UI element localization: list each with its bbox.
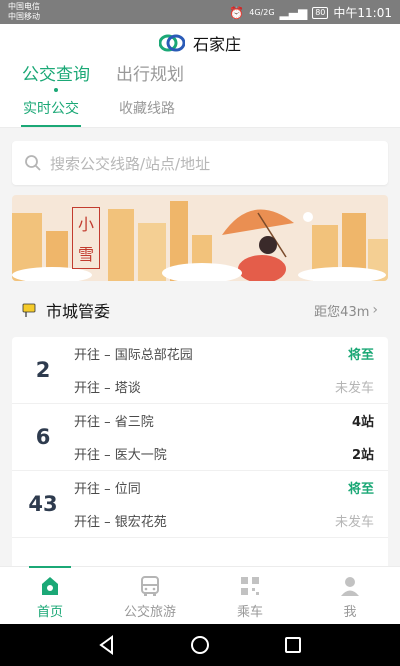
wifi-icon: ▂▄▆: [279, 5, 308, 20]
route-number: 2: [35, 358, 51, 382]
main-tabs: 公交查询 出行规划: [0, 58, 400, 92]
qr-code-icon: [241, 577, 259, 595]
arrival-status: 2站: [351, 448, 374, 463]
bus-stop-sign-icon: [22, 303, 36, 317]
nav-home[interactable]: 首页: [0, 566, 100, 624]
tab-bus-query[interactable]: 公交查询: [22, 58, 90, 92]
nav-bus-travel[interactable]: 公交旅游: [100, 567, 200, 624]
nav-ride[interactable]: 乘车: [200, 567, 300, 624]
bus-icon: [141, 576, 159, 596]
city-selector[interactable]: 石家庄: [158, 31, 241, 55]
route-number: 43: [28, 492, 58, 516]
clock: 中午11:01: [333, 6, 392, 20]
signal-icon: 4G/2G: [249, 8, 275, 17]
route-direction[interactable]: 开往 – 医大一院 2站: [74, 437, 388, 470]
system-navigation: [0, 624, 400, 666]
route-direction[interactable]: 开往 – 银宏花苑 未发车: [74, 504, 388, 537]
arrival-status: 将至: [347, 482, 374, 497]
banner-solar-term: 小 雪: [72, 207, 100, 269]
stop-name: 市城管委: [46, 302, 111, 321]
chevron-right-icon: ›: [372, 302, 378, 318]
direction-text: 开往 – 省三院: [74, 415, 154, 430]
carrier-1: 中国电信: [8, 2, 40, 11]
direction-text: 开往 – 国际总部花园: [74, 348, 193, 363]
route-directions: 开往 – 位同 将至 开往 – 银宏花苑 未发车: [74, 471, 388, 537]
arrival-status: 未发车: [334, 381, 374, 396]
battery-icon: 80: [312, 6, 329, 19]
banner-text-1: 小: [77, 215, 94, 234]
arrival-status: 4站: [351, 415, 374, 430]
route-directions: 开往 – 省三院 4站 开往 – 医大一院 2站: [74, 404, 388, 470]
route-row[interactable]: 2 开往 – 国际总部花园 将至 开往 – 塔谈 未发车: [12, 337, 388, 404]
route-row[interactable]: 6 开往 – 省三院 4站 开往 – 医大一院 2站: [12, 404, 388, 471]
nav-me-label: 我: [343, 605, 357, 620]
carrier-2: 中国移动: [8, 12, 40, 21]
recents-icon[interactable]: [282, 634, 304, 656]
bottom-navigation: 首页 公交旅游 乘车 我: [0, 566, 400, 624]
nav-ride-label: 乘车: [236, 605, 263, 620]
tab-favorite-lines[interactable]: 收藏线路: [119, 92, 175, 127]
direction-text: 开往 – 位同: [74, 482, 141, 497]
search-bar[interactable]: 搜索公交线路/站点/地址: [12, 141, 388, 185]
sub-tabs: 实时公交 收藏线路: [0, 92, 400, 128]
route-direction[interactable]: 开往 – 塔谈 未发车: [74, 370, 388, 403]
home-circle-icon[interactable]: [189, 634, 211, 656]
tab-trip-plan[interactable]: 出行规划: [116, 58, 184, 92]
route-row[interactable]: 43 开往 – 位同 将至 开往 – 银宏花苑 未发车: [12, 471, 388, 538]
route-direction[interactable]: 开往 – 省三院 4站: [74, 404, 388, 437]
tab-realtime-bus[interactable]: 实时公交: [21, 92, 81, 127]
direction-text: 开往 – 医大一院: [74, 448, 167, 463]
nav-home-label: 首页: [36, 605, 63, 620]
stop-distance: 距您43m: [314, 304, 370, 320]
nearby-stop-header[interactable]: 市城管委 距您43m ›: [0, 293, 400, 327]
direction-text: 开往 – 塔谈: [74, 381, 141, 396]
user-icon: [341, 577, 359, 596]
banner-illustration: [12, 195, 388, 281]
status-right: ⏰ 4G/2G ▂▄▆ 80 中午11:01: [229, 4, 392, 21]
nav-bus-travel-label: 公交旅游: [123, 605, 176, 620]
app-logo-icon: [158, 34, 185, 52]
direction-text: 开往 – 银宏花苑: [74, 515, 167, 530]
app-header: 石家庄: [0, 24, 400, 58]
arrival-status: 未发车: [334, 515, 374, 530]
promo-banner[interactable]: 小 雪: [12, 195, 388, 281]
route-direction[interactable]: 开往 – 国际总部花园 将至: [74, 337, 388, 370]
route-number: 6: [35, 425, 51, 449]
route-directions: 开往 – 国际总部花园 将至 开往 – 塔谈 未发车: [74, 337, 388, 403]
route-direction[interactable]: 开往 – 位同 将至: [74, 471, 388, 504]
search-icon: [25, 155, 41, 171]
nav-me[interactable]: 我: [300, 567, 400, 624]
city-name: 石家庄: [192, 35, 241, 54]
back-icon[interactable]: [96, 634, 118, 656]
status-bar: 中国电信 中国移动 ⏰ 4G/2G ▂▄▆ 80 中午11:01: [0, 0, 400, 24]
arrival-status: 将至: [347, 348, 374, 363]
banner-text-2: 雪: [77, 245, 94, 264]
carrier-labels: 中国电信 中国移动: [8, 2, 40, 22]
search-placeholder: 搜索公交线路/站点/地址: [50, 154, 211, 173]
alarm-icon: ⏰: [229, 5, 245, 20]
route-list: 2 开往 – 国际总部花园 将至 开往 – 塔谈 未发车 6 开往 – 省三院 …: [12, 337, 388, 575]
home-icon: [42, 577, 58, 595]
